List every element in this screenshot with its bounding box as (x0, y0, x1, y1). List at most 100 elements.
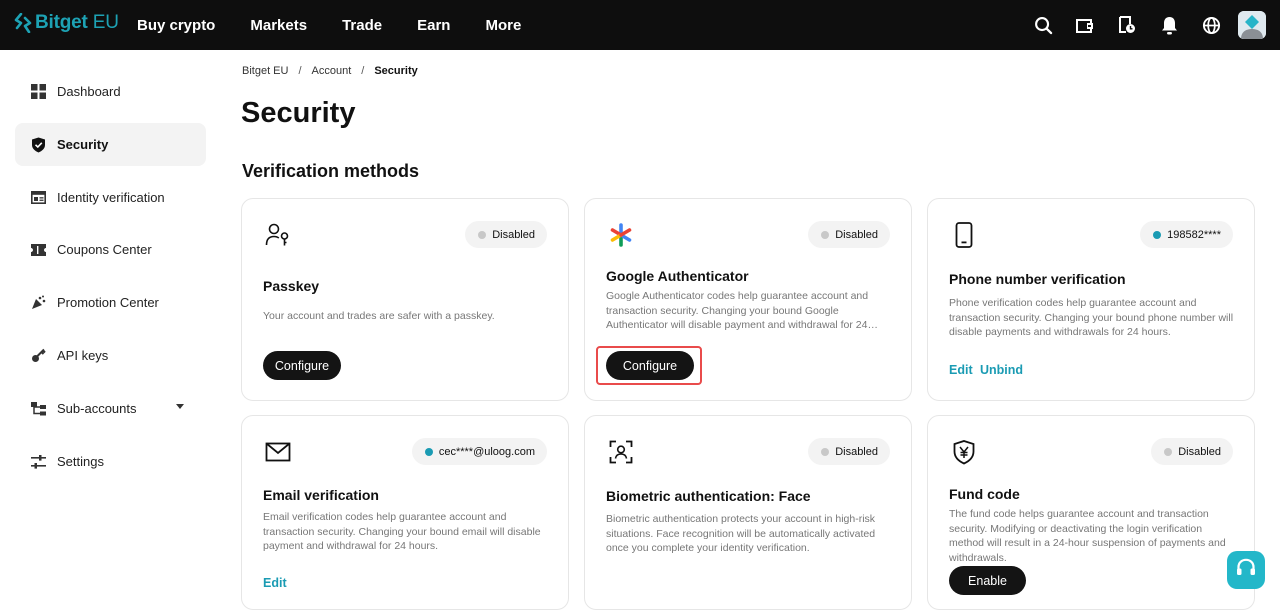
breadcrumb-separator: / (361, 65, 365, 77)
status-badge: cec****@uloog.com (411, 438, 547, 465)
nav-trade[interactable]: Trade (342, 17, 382, 34)
id-card-icon (30, 190, 46, 206)
phone-icon (950, 221, 978, 249)
sidebar-item-label: Promotion Center (57, 295, 159, 310)
headset-icon (1235, 557, 1257, 584)
card-description: Google Authenticator codes help guarante… (606, 290, 869, 332)
top-icons (1012, 0, 1266, 50)
sidebar-item-label: API keys (57, 348, 109, 363)
fund-code-card: Disabled Fund code The fund code helps g… (927, 415, 1255, 610)
status-dot (1164, 447, 1173, 456)
sidebar-item-identity-verification[interactable]: Identity verification (15, 176, 206, 219)
card-description: The fund code helps guarantee account an… (949, 508, 1226, 564)
card-description: Email verification codes help guarantee … (263, 511, 541, 553)
passkey-card: Disabled Passkey Your account and trades… (241, 198, 569, 401)
card-description: Phone verification codes help guarantee … (949, 297, 1234, 339)
chevron-down-icon[interactable] (176, 404, 184, 409)
megaphone-icon (30, 295, 46, 311)
google-authenticator-configure-button[interactable]: Configure (606, 351, 694, 380)
card-description: Your account and trades are safer with a… (263, 310, 495, 322)
breadcrumb: Bitget EU / Account / Security (242, 65, 418, 77)
yen-shield-icon (950, 438, 978, 466)
google-authenticator-card: Disabled Google Authenticator Google Aut… (584, 198, 912, 401)
sidebar-item-label: Coupons Center (57, 242, 152, 257)
sub-accounts-icon (30, 401, 46, 417)
status-badge: 198582**** (1140, 221, 1233, 248)
card-title: Phone number verification (949, 271, 1126, 287)
status-badge-text: Disabled (492, 228, 535, 241)
sidebar-item-label: Sub-accounts (57, 401, 137, 416)
breadcrumb-security: Security (374, 65, 418, 77)
dashboard-icon (30, 84, 46, 100)
status-badge: Disabled (808, 438, 890, 465)
sidebar-item-settings[interactable]: Settings (15, 440, 206, 483)
email-edit-link[interactable]: Edit (263, 576, 287, 590)
status-dot (478, 230, 487, 239)
passkey-configure-button[interactable]: Configure (263, 351, 341, 380)
sidebar-item-label: Security (57, 137, 109, 152)
status-badge-text: cec****@uloog.com (438, 445, 535, 458)
sidebar-item-label: Settings (57, 454, 104, 469)
logo-text: Bitget EU (35, 12, 119, 33)
google-authenticator-icon (607, 221, 635, 249)
sidebar: Dashboard Security Identity verification… (0, 50, 220, 592)
breadcrumb-bitget-eu[interactable]: Bitget EU (242, 65, 288, 77)
shield-icon (30, 137, 46, 153)
main-nav: Buy crypto Markets Trade Earn More (137, 0, 556, 50)
search-icon[interactable] (1032, 14, 1054, 36)
status-badge-text: Disabled (835, 445, 878, 458)
sidebar-item-api-keys[interactable]: API keys (15, 334, 206, 377)
card-title: Google Authenticator (606, 268, 749, 284)
nav-more[interactable]: More (485, 17, 521, 34)
status-badge: Disabled (1151, 438, 1233, 465)
status-dot (424, 447, 433, 456)
top-navigation-bar: Bitget EU Buy crypto Markets Trade Earn … (0, 0, 1280, 50)
sidebar-item-coupons-center[interactable]: Coupons Center (15, 228, 206, 271)
nav-markets[interactable]: Markets (250, 17, 307, 34)
sidebar-item-dashboard[interactable]: Dashboard (15, 70, 206, 113)
sliders-icon (30, 454, 46, 470)
status-badge: Disabled (808, 221, 890, 248)
sidebar-item-promotion-center[interactable]: Promotion Center (15, 281, 206, 324)
face-scan-icon (607, 438, 635, 466)
card-description: Biometric authentication protects your a… (606, 513, 876, 555)
phone-unbind-link[interactable]: Unbind (980, 363, 1023, 377)
sidebar-item-sub-accounts[interactable]: Sub-accounts (15, 387, 206, 430)
card-title: Fund code (949, 486, 1020, 502)
wallet-icon[interactable] (1074, 14, 1096, 36)
bitget-logo-icon (14, 13, 32, 33)
passkey-icon (264, 221, 292, 249)
card-title: Email verification (263, 487, 379, 503)
support-chat-button[interactable] (1227, 551, 1265, 589)
avatar[interactable] (1238, 11, 1266, 39)
status-dot (821, 447, 830, 456)
phone-edit-link[interactable]: Edit (949, 363, 973, 377)
mail-icon (264, 438, 292, 466)
fund-code-enable-button[interactable]: Enable (949, 566, 1026, 595)
key-icon (30, 348, 46, 364)
sidebar-item-security[interactable]: Security (15, 123, 206, 166)
email-verification-card: cec****@uloog.com Email verification Ema… (241, 415, 569, 610)
nav-earn[interactable]: Earn (417, 17, 450, 34)
ticket-icon (30, 242, 46, 258)
phone-verification-card: 198582**** Phone number verification Pho… (927, 198, 1255, 401)
status-dot (821, 230, 830, 239)
status-badge: Disabled (465, 221, 547, 248)
card-title: Passkey (263, 278, 320, 294)
status-badge-text: Disabled (1178, 445, 1221, 458)
bitget-logo[interactable]: Bitget EU (14, 10, 119, 36)
sidebar-item-label: Dashboard (57, 84, 121, 99)
orders-icon[interactable] (1116, 14, 1138, 36)
globe-icon[interactable] (1200, 14, 1222, 36)
status-dot (1153, 230, 1162, 239)
breadcrumb-separator: / (298, 65, 302, 77)
status-badge-text: Disabled (835, 228, 878, 241)
breadcrumb-account[interactable]: Account (312, 65, 352, 77)
sidebar-item-label: Identity verification (57, 190, 165, 205)
section-title: Verification methods (242, 161, 420, 181)
nav-buy-crypto[interactable]: Buy crypto (137, 17, 215, 34)
bell-icon[interactable] (1158, 14, 1180, 36)
card-title: Biometric authentication: Face (606, 488, 811, 504)
page-title: Security (241, 97, 356, 129)
biometric-face-card: Disabled Biometric authentication: Face … (584, 415, 912, 610)
